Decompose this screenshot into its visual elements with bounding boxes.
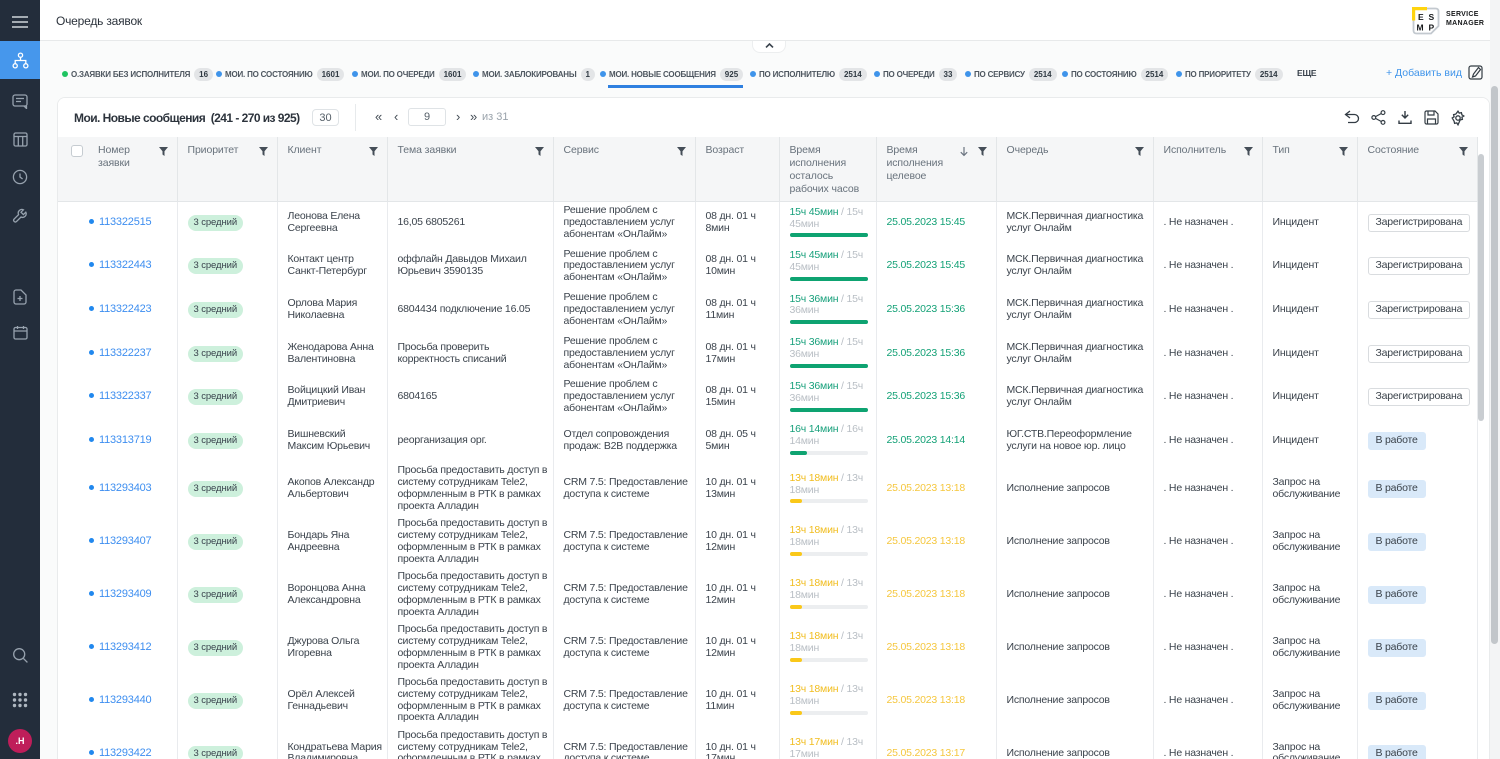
svg-text:P: P [1429, 23, 1435, 33]
svg-text:S: S [1429, 12, 1435, 22]
svg-text:E: E [1418, 12, 1424, 22]
svg-text:M: M [1417, 23, 1424, 33]
